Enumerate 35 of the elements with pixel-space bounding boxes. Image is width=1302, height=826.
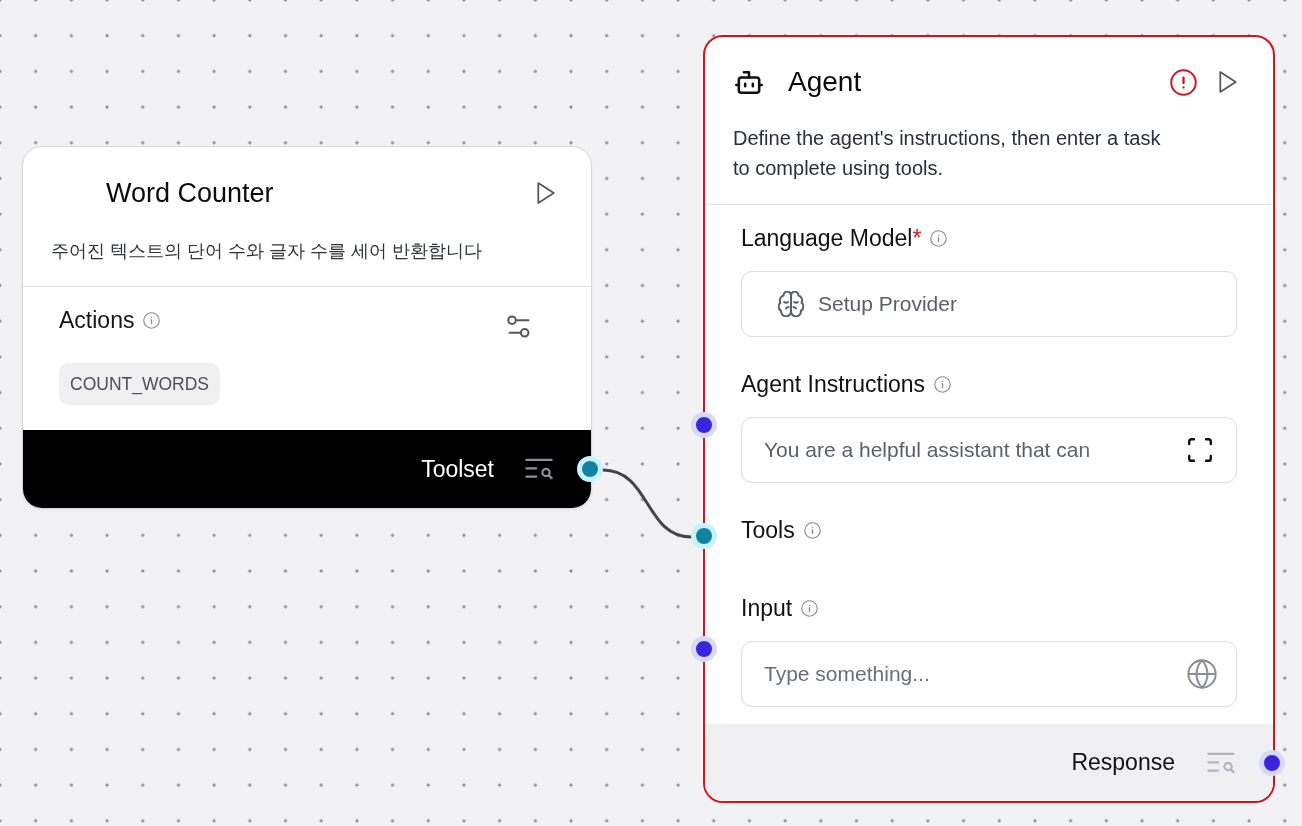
connection-handle[interactable] bbox=[691, 412, 717, 438]
info-icon bbox=[801, 599, 819, 617]
bot-icon bbox=[735, 70, 763, 94]
globe-icon[interactable] bbox=[1187, 659, 1217, 689]
alert-icon[interactable] bbox=[1170, 68, 1197, 96]
section-label: Actions bbox=[59, 306, 135, 334]
node-title: Agent bbox=[788, 66, 863, 98]
provider-select-button[interactable]: Setup Provider bbox=[741, 271, 1237, 337]
play-icon[interactable] bbox=[537, 182, 555, 204]
instructions-field[interactable]: You are a helpful assistant that can bbox=[741, 417, 1237, 483]
field-label: Agent Instructions bbox=[741, 370, 926, 398]
list-search-icon[interactable] bbox=[525, 458, 553, 480]
node-description: 주어진 텍스트의 단어 수와 글자 수를 세어 반환합니다 bbox=[50, 240, 483, 263]
connection-handle[interactable] bbox=[1259, 749, 1285, 776]
text-input-field[interactable]: Type something... bbox=[741, 641, 1237, 707]
info-icon bbox=[930, 229, 948, 247]
expand-icon[interactable] bbox=[1188, 438, 1212, 462]
info-icon bbox=[803, 521, 821, 539]
connection-handle[interactable] bbox=[691, 523, 717, 549]
field-label: Input bbox=[741, 594, 793, 622]
field-label: Language Model bbox=[741, 224, 913, 252]
sliders-icon[interactable] bbox=[507, 314, 531, 338]
play-icon[interactable] bbox=[1219, 71, 1237, 93]
node-title: Word Counter bbox=[106, 177, 275, 209]
action-tag: COUNT_WORDS bbox=[59, 363, 221, 405]
output-label: Toolset bbox=[421, 455, 494, 483]
brain-icon bbox=[778, 291, 804, 317]
node-description: Define the agent's instructions, then enter a task to complete using tools. bbox=[732, 126, 1162, 181]
field-label: Tools bbox=[741, 516, 795, 544]
output-label: Response bbox=[1071, 749, 1175, 776]
required-mark: * bbox=[912, 224, 922, 252]
info-icon bbox=[143, 311, 161, 329]
connection-handle[interactable] bbox=[577, 456, 603, 482]
connection-handle[interactable] bbox=[691, 636, 717, 662]
info-icon bbox=[934, 375, 952, 393]
